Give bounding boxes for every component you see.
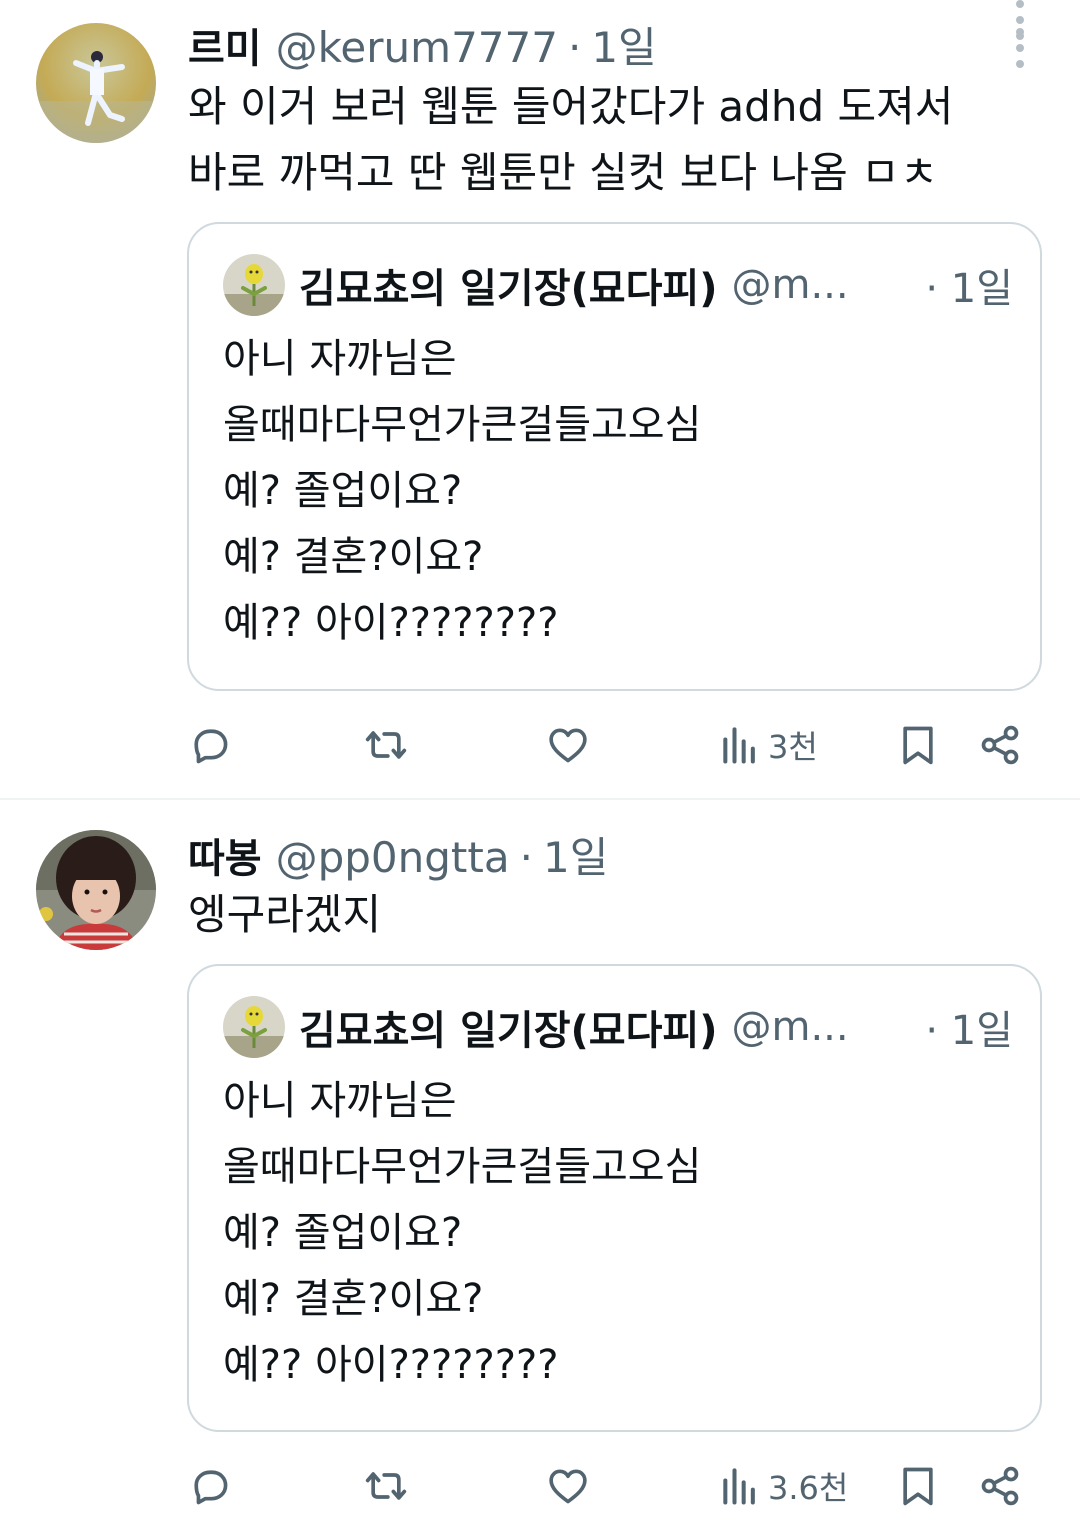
quoted-display-name[interactable]: 김묘쵸의 일기장(묘다피) (299, 998, 718, 1056)
retweet-button[interactable] (364, 1456, 408, 1516)
separator-dot: · (519, 833, 533, 882)
heart-icon (549, 1469, 587, 1504)
quoted-handle[interactable]: @m... (732, 1004, 849, 1050)
quoted-text-line: 예?? 아이???????? (223, 1342, 559, 1388)
quoted-tweet-header: 김묘쵸의 일기장(묘다피) @m... · 1일 (223, 254, 1013, 316)
retweet-icon (365, 731, 407, 759)
reply-button[interactable] (188, 1456, 232, 1516)
views-icon (723, 1468, 755, 1505)
tweet-text-line: 엥구라겠지 (188, 890, 382, 939)
quoted-text-line: 예?? 아이???????? (223, 600, 559, 646)
user-handle[interactable]: @kerum7777 (276, 23, 558, 72)
quoted-display-name[interactable]: 김묘쵸의 일기장(묘다피) (299, 256, 718, 314)
tweet-text: 엥구라겠지 (188, 882, 1020, 948)
tweet[interactable]: 따봉 @pp0ngtta · 1일 엥구라겠지 김묘쵸의 일기장(묘다피) @m… (0, 800, 1080, 1528)
quoted-timestamp[interactable]: · 1일 (925, 998, 1013, 1056)
like-button[interactable] (546, 1456, 590, 1516)
quoted-text-line: 올때마다무언가큰걸들고오심 (223, 1144, 702, 1190)
tweet-header: 따봉 @pp0ngtta · 1일 (188, 824, 608, 882)
views-button[interactable]: 3.6천 (718, 1456, 848, 1516)
share-button[interactable] (978, 1456, 1022, 1516)
display-name[interactable]: 따봉 (188, 826, 262, 884)
quoted-text-line: 아니 자까님은 (223, 1078, 457, 1124)
quoted-text-line: 예? 결혼?이요? (223, 1276, 484, 1322)
tweet[interactable]: 르미 @kerum7777 · 1일 와 이거 보러 웹툰 들어갔다가 adhd… (0, 0, 1080, 798)
bookmark-icon (903, 1467, 933, 1506)
retweet-icon (365, 1472, 407, 1500)
bookmark-button[interactable] (896, 715, 940, 775)
quoted-tweet-text: 아니 자까님은 올때마다무언가큰걸들고오심 예? 졸업이요? 예? 결혼?이요?… (223, 1068, 701, 1398)
bookmark-icon (903, 726, 933, 765)
quoted-avatar (223, 254, 285, 316)
action-bar: 3천 (188, 715, 1024, 775)
quoted-avatar (223, 996, 285, 1058)
quoted-text-line: 예? 졸업이요? (223, 1210, 463, 1256)
action-bar: 3.6천 (188, 1456, 1024, 1516)
bookmark-button[interactable] (896, 1456, 940, 1516)
avatar[interactable] (36, 23, 156, 143)
timestamp[interactable]: 1일 (543, 824, 608, 885)
quoted-text-line: 아니 자까님은 (223, 336, 457, 382)
quoted-tweet[interactable]: 김묘쵸의 일기장(묘다피) @m... · 1일 아니 자까님은 올때마다무언가… (187, 222, 1042, 691)
avatar[interactable] (36, 830, 156, 950)
quoted-text-line: 예? 결혼?이요? (223, 534, 484, 580)
avatar-image (36, 23, 156, 143)
share-icon (981, 725, 1019, 765)
reply-icon (194, 729, 228, 764)
quoted-text-line: 올때마다무언가큰걸들고오심 (223, 402, 702, 448)
tweet-text: 와 이거 보러 웹툰 들어갔다가 adhd 도져서 바로 까먹고 딴 웹툰만 실… (188, 74, 1020, 206)
heart-icon (549, 728, 587, 763)
like-button[interactable] (546, 715, 590, 775)
views-button[interactable]: 3천 (718, 715, 818, 775)
tweet-header: 르미 @kerum7777 · 1일 (188, 14, 657, 72)
quoted-handle[interactable]: @m... (732, 262, 849, 308)
views-count: 3.6천 (768, 1469, 849, 1507)
share-button[interactable] (978, 715, 1022, 775)
reply-button[interactable] (188, 715, 232, 775)
tweet-text-line: 바로 까먹고 딴 웹툰만 실컷 보다 나옴 ㅁㅊ (188, 148, 939, 197)
separator-dot: · (567, 23, 582, 72)
avatar-image (36, 830, 156, 950)
user-handle[interactable]: @pp0ngtta (276, 833, 510, 882)
tweet-text-line: 와 이거 보러 웹툰 들어갔다가 adhd 도져서 (188, 82, 954, 131)
views-count: 3천 (768, 728, 818, 766)
quoted-tweet-text: 아니 자까님은 올때마다무언가큰걸들고오심 예? 졸업이요? 예? 결혼?이요?… (223, 326, 701, 656)
timestamp[interactable]: 1일 (591, 14, 656, 75)
views-icon (723, 727, 755, 764)
quoted-tweet-header: 김묘쵸의 일기장(묘다피) @m... · 1일 (223, 996, 1013, 1058)
quoted-tweet[interactable]: 김묘쵸의 일기장(묘다피) @m... · 1일 아니 자까님은 올때마다무언가… (187, 964, 1042, 1432)
quoted-timestamp[interactable]: · 1일 (925, 256, 1013, 314)
reply-icon (194, 1470, 228, 1505)
quoted-text-line: 예? 졸업이요? (223, 468, 463, 514)
more-icon[interactable] (1010, 0, 1030, 40)
display-name[interactable]: 르미 (188, 16, 262, 74)
retweet-button[interactable] (364, 715, 408, 775)
share-icon (981, 1466, 1019, 1506)
